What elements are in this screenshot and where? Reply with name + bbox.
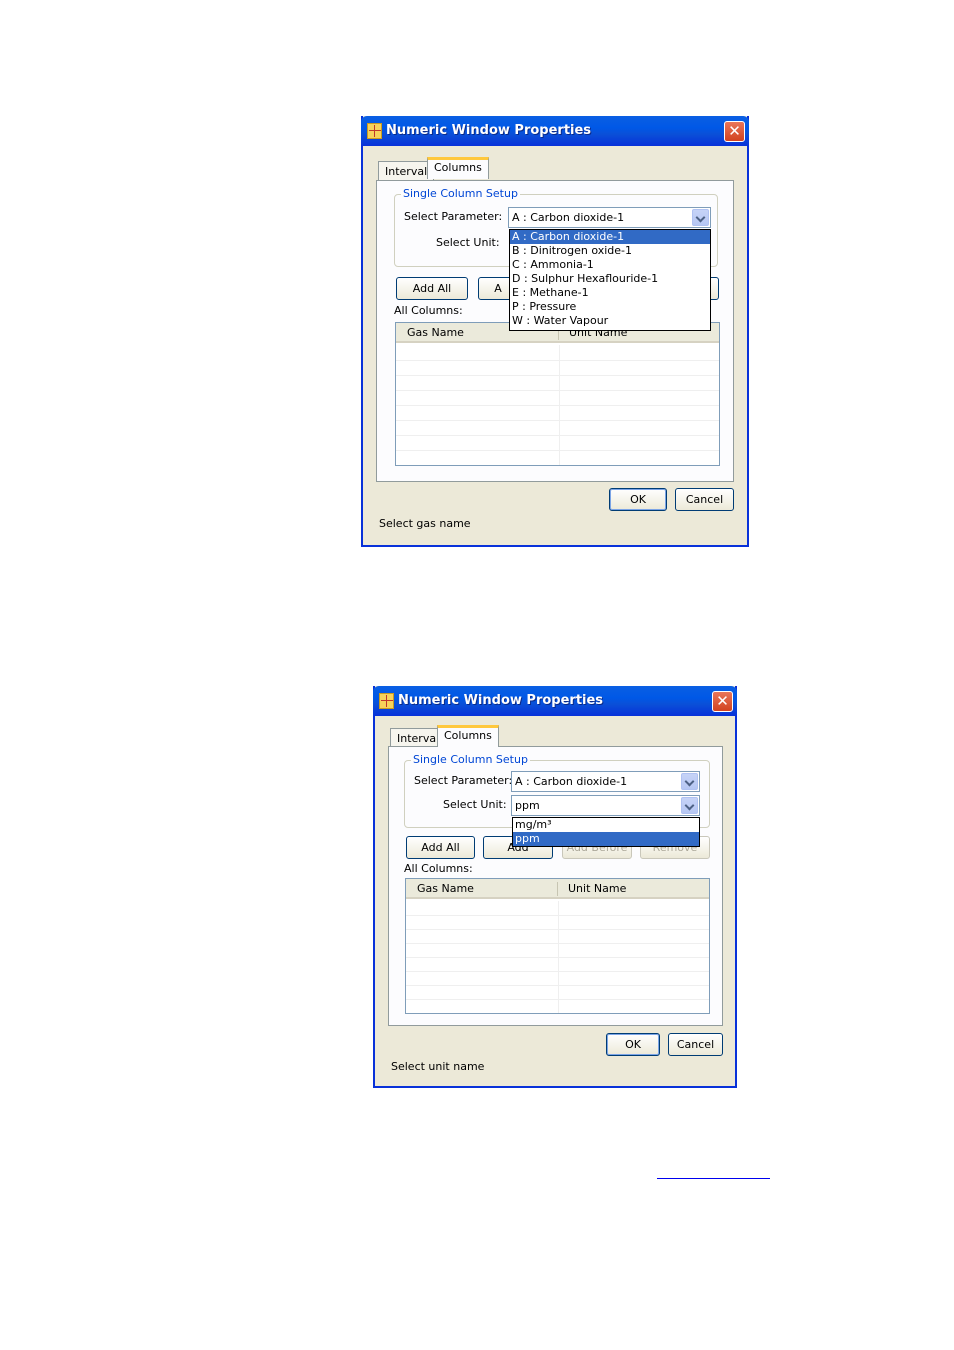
cancel-button[interactable]: Cancel bbox=[668, 1033, 723, 1056]
grid-line bbox=[396, 375, 719, 376]
select-unit-label: Select Unit: bbox=[436, 236, 500, 249]
parameter-option[interactable]: D : Sulphur Hexaflouride-1 bbox=[510, 272, 710, 286]
select-unit-value: ppm bbox=[515, 799, 540, 812]
hyperlink-underline[interactable] bbox=[657, 1178, 770, 1179]
tab-interval[interactable]: Interval bbox=[378, 161, 435, 181]
parameter-dropdown-list[interactable]: A : Carbon dioxide-1 B : Dinitrogen oxid… bbox=[509, 229, 711, 331]
app-icon bbox=[379, 693, 394, 709]
grid-line bbox=[396, 360, 719, 361]
status-text: Select gas name bbox=[379, 517, 471, 530]
columns-tab-panel: Single Column Setup Select Parameter: A … bbox=[376, 180, 734, 482]
parameter-option[interactable]: E : Methane-1 bbox=[510, 286, 710, 300]
grid-line bbox=[396, 450, 719, 451]
numeric-window-properties-dialog-2: Numeric Window Properties ✕ Interval Col… bbox=[373, 686, 737, 1088]
chevron-down-icon[interactable] bbox=[692, 209, 709, 226]
grid-line bbox=[396, 435, 719, 436]
grid-line bbox=[406, 929, 709, 930]
title-bar[interactable]: Numeric Window Properties ✕ bbox=[361, 116, 749, 146]
select-unit-combo[interactable]: ppm bbox=[511, 795, 700, 816]
ok-button[interactable]: OK bbox=[609, 488, 667, 511]
parameter-option[interactable]: P : Pressure bbox=[510, 300, 710, 314]
unit-option[interactable]: mg/m³ bbox=[513, 818, 699, 832]
app-icon bbox=[367, 123, 382, 139]
add-all-button[interactable]: Add All bbox=[396, 277, 468, 300]
add-all-button[interactable]: Add All bbox=[406, 836, 475, 859]
all-columns-list[interactable]: Gas Name Unit Name bbox=[395, 322, 720, 466]
group-title: Single Column Setup bbox=[411, 753, 530, 766]
parameter-option[interactable]: W : Water Vapour bbox=[510, 314, 710, 328]
grid-line bbox=[396, 420, 719, 421]
grid-line bbox=[406, 943, 709, 944]
group-title: Single Column Setup bbox=[401, 187, 520, 200]
select-parameter-value: A : Carbon dioxide-1 bbox=[515, 775, 628, 788]
gas-name-column-header[interactable]: Gas Name bbox=[407, 326, 464, 339]
unit-option[interactable]: ppm bbox=[513, 832, 699, 846]
tab-columns[interactable]: Columns bbox=[437, 725, 499, 747]
numeric-window-properties-dialog-1: Numeric Window Properties ✕ Interval Col… bbox=[361, 116, 749, 547]
select-parameter-label: Select Parameter: bbox=[404, 210, 503, 223]
cancel-button[interactable]: Cancel bbox=[675, 488, 734, 511]
grid-line bbox=[406, 957, 709, 958]
select-parameter-value: A : Carbon dioxide-1 bbox=[512, 211, 625, 224]
select-parameter-combo[interactable]: A : Carbon dioxide-1 bbox=[511, 771, 700, 792]
all-columns-label: All Columns: bbox=[394, 304, 463, 317]
close-button[interactable]: ✕ bbox=[724, 121, 745, 142]
ok-button[interactable]: OK bbox=[606, 1033, 660, 1056]
close-button[interactable]: ✕ bbox=[712, 691, 733, 712]
column-divider[interactable] bbox=[557, 882, 558, 896]
grid-line bbox=[396, 390, 719, 391]
columns-tab-panel: Single Column Setup Select Parameter: A … bbox=[388, 746, 723, 1026]
title-bar[interactable]: Numeric Window Properties ✕ bbox=[373, 686, 737, 716]
dialog-title: Numeric Window Properties bbox=[398, 693, 604, 708]
list-header: Gas Name Unit Name bbox=[406, 879, 709, 899]
grid-line bbox=[396, 405, 719, 406]
all-columns-list[interactable]: Gas Name Unit Name bbox=[405, 878, 710, 1014]
select-parameter-label: Select Parameter: bbox=[414, 774, 513, 787]
gas-name-column-header[interactable]: Gas Name bbox=[417, 882, 474, 895]
parameter-option[interactable]: B : Dinitrogen oxide-1 bbox=[510, 244, 710, 258]
all-columns-label: All Columns: bbox=[404, 862, 473, 875]
grid-line bbox=[406, 985, 709, 986]
chevron-down-icon[interactable] bbox=[681, 797, 698, 814]
select-parameter-combo[interactable]: A : Carbon dioxide-1 bbox=[508, 207, 711, 228]
unit-dropdown-list[interactable]: mg/m³ ppm bbox=[512, 817, 700, 847]
status-text: Select unit name bbox=[391, 1060, 485, 1073]
select-unit-label: Select Unit: bbox=[443, 798, 507, 811]
grid-line bbox=[406, 999, 709, 1000]
tab-columns[interactable]: Columns bbox=[427, 157, 489, 179]
grid-line bbox=[406, 915, 709, 916]
dialog-title: Numeric Window Properties bbox=[386, 123, 592, 138]
unit-name-column-header[interactable]: Unit Name bbox=[568, 882, 626, 895]
parameter-option[interactable]: A : Carbon dioxide-1 bbox=[510, 230, 710, 244]
chevron-down-icon[interactable] bbox=[681, 773, 698, 790]
parameter-option[interactable]: C : Ammonia-1 bbox=[510, 258, 710, 272]
grid-line bbox=[406, 971, 709, 972]
